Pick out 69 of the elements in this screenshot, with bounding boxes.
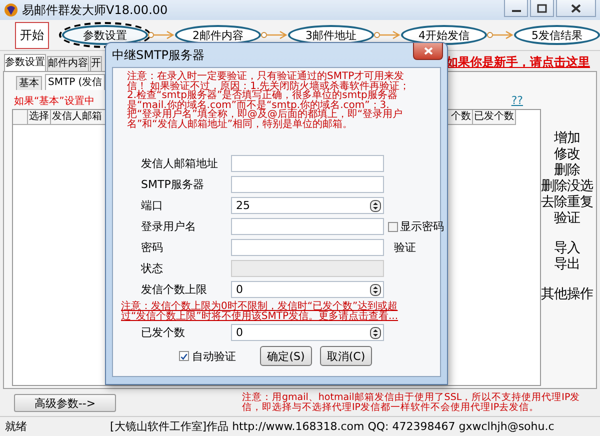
advanced-button[interactable]: 高级参数--> [14,394,116,412]
minimize-button[interactable] [504,0,528,17]
action-button[interactable]: 其他操作 [541,287,593,303]
spinner-icon[interactable] [370,200,381,212]
step-button[interactable]: 参数设置 [62,25,148,45]
field-label: 发信人邮箱地址 [140,156,219,171]
window-title: 易邮件群发大师V18.00.00 [22,2,169,18]
check-icon [180,352,188,360]
more-info-link[interactable]: 注意：发信个数上限为0时不限制，发信时“已发个数”达到或超过“发信个数上限”时将不使用该SMTP发信。更多请点击查看... [121,302,414,322]
input-field[interactable] [231,218,384,235]
field-label: 端口 [140,198,164,213]
field-label: SMTP服务器 [140,177,205,192]
close-button[interactable] [556,0,596,17]
arrow-icon [487,30,514,40]
help-link[interactable]: ?? [511,94,523,107]
action-button[interactable]: 去除重复 [541,195,593,211]
maximize-button[interactable] [530,0,554,17]
spinner-icon[interactable] [370,284,381,296]
column-header: 已发个数 [473,110,516,125]
checkbox-label: 显示密码 [400,219,444,234]
app-logo-icon [4,3,18,17]
number-field[interactable]: 25 [231,197,384,214]
verify-label: 验证 [394,240,416,255]
hint-text: 如果“基本”设置中 [14,94,94,108]
tab[interactable]: SMTP (发信 [45,74,106,90]
column-header: 个数 [450,110,473,125]
action-button[interactable]: 删除 [554,163,580,179]
action-button[interactable]: 增加 [554,131,580,147]
input-field[interactable] [231,176,384,193]
number-field[interactable]: 0 [231,324,384,341]
action-button[interactable]: 删除没选 [541,179,593,195]
checkbox[interactable] [179,351,189,361]
close-icon [424,47,432,55]
tab[interactable]: 邮件内容 [47,56,89,71]
field-label: 已发个数 [140,325,186,340]
action-button[interactable]: 修改 [554,147,580,163]
step-button[interactable]: 5发信结果 [514,25,600,45]
arrow-icon [261,30,288,40]
step-button[interactable]: 4开始发信 [401,25,487,45]
arrow-icon [148,30,175,40]
action-button[interactable]: 导入 [554,241,580,257]
checkbox-label: 自动验证 [192,348,236,364]
credits-text: [大镜山软件工作室]作品 http://www.168318.com QQ: 472398467 gxwclhjh@sohu.c [110,419,554,434]
dialog-button[interactable]: 取消(C) [320,346,372,366]
dialog-title: 中继SMTP服务器 [112,46,206,64]
tab[interactable]: 参数设置 [4,54,46,71]
checkbox[interactable] [388,222,398,232]
ssl-note: 注意：用gmail、hotmail邮箱发信由于使用了SSL，所以不支持使用代理IP发信，即选择与不选择代理IP发信都一样软件不会使用代理IP去发信。 [242,392,582,412]
field-label: 发信个数上限 [140,282,208,297]
column-header: 选择 [28,110,51,125]
tab[interactable]: 开 [90,56,102,71]
maximize-icon [537,4,547,12]
action-button[interactable]: 导出 [554,257,580,273]
arrow-icon [374,30,401,40]
field-label: 登录用户名 [140,219,197,234]
input-field[interactable] [231,155,384,172]
status-text: 就绪 [5,419,28,434]
dialog-button[interactable]: 确定(S) [260,346,312,366]
action-button[interactable]: 验证 [554,211,580,227]
field-label: 状态 [140,261,164,276]
field-label: 密码 [140,240,164,255]
close-button[interactable] [413,43,443,60]
close-icon [571,4,581,12]
spinner-icon[interactable] [370,326,381,338]
number-field[interactable]: 0 [231,281,384,298]
tab[interactable]: 基本 [16,76,42,90]
start-button[interactable]: 开始 [15,22,49,48]
input-field[interactable] [231,239,384,256]
minimize-icon [512,10,520,12]
